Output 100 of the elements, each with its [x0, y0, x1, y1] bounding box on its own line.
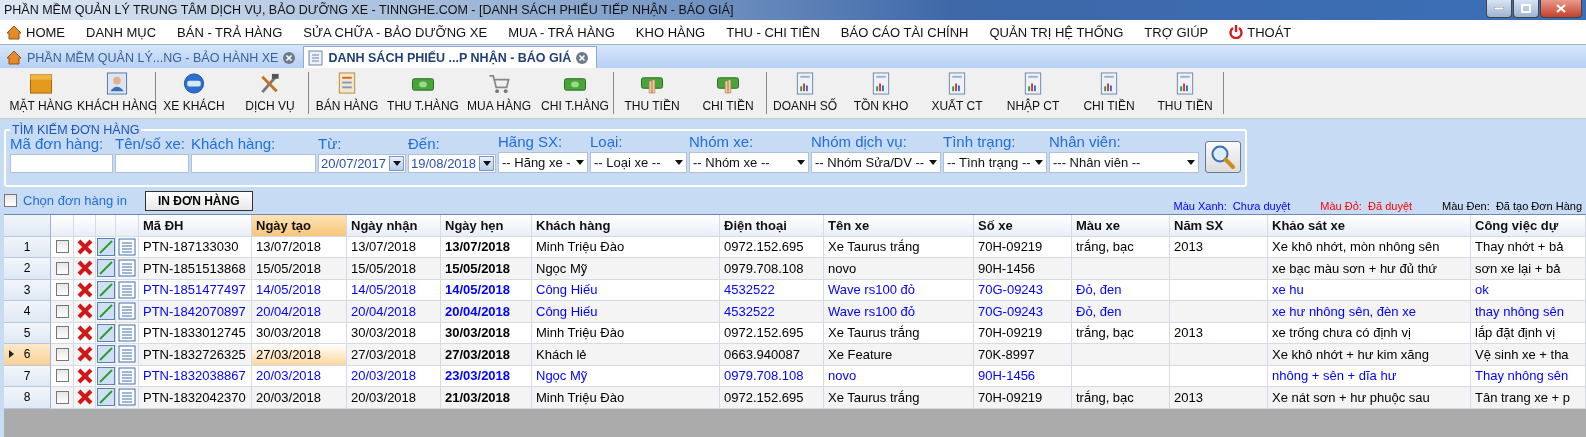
menu-item[interactable]: MUA - TRẢ HÀNG — [508, 24, 628, 40]
dropdown-field[interactable]: -- Hãng xe - — [498, 152, 588, 173]
close-tab-icon[interactable] — [283, 51, 296, 64]
document-tab[interactable]: PHẦN MỀM QUẢN LÝ...NG - BẢO HÀNH XE — [2, 47, 304, 68]
dropdown-field[interactable]: -- Tình trạng -- — [943, 152, 1047, 173]
column-header[interactable]: Công việc dự — [1471, 215, 1586, 237]
toolbar-button[interactable]: MUA HÀNG — [461, 72, 537, 114]
checkbox[interactable] — [4, 194, 17, 207]
menu-item[interactable]: THOÁT — [1229, 24, 1305, 40]
menu-item[interactable]: HOME — [6, 24, 78, 40]
calendar-dropdown-button[interactable] — [389, 156, 404, 171]
row-checkbox[interactable] — [55, 304, 69, 318]
menu-item[interactable]: BÁN - TRẢ HÀNG — [177, 24, 296, 40]
row-checkbox[interactable] — [55, 240, 69, 254]
print-button[interactable]: IN ĐƠN HÀNG — [144, 190, 253, 211]
table-cell: 13/07/2018 — [252, 236, 347, 258]
column-header[interactable]: Ngày hẹn — [441, 215, 532, 237]
column-header[interactable]: Mã ĐH — [139, 215, 252, 237]
dropdown-field[interactable]: -- Nhóm Sửa/DV -- — [811, 152, 941, 173]
edit-icon[interactable] — [96, 237, 115, 256]
toolbar-button[interactable]: XUẤT CT — [919, 72, 995, 114]
toolbar-button[interactable]: THU T.HÀNG — [385, 72, 461, 114]
menu-item[interactable]: DANH MỤC — [86, 24, 170, 40]
column-header[interactable]: Ngày tạo — [252, 215, 347, 237]
delete-icon[interactable] — [75, 323, 94, 342]
column-header[interactable]: Khảo sát xe — [1268, 215, 1471, 237]
toolbar-button[interactable]: DOANH SỐ — [767, 72, 843, 114]
table-cell: Minh Triệu Đào — [532, 387, 720, 409]
row-header[interactable]: 7 — [4, 365, 51, 387]
delete-icon[interactable] — [75, 345, 94, 364]
delete-icon[interactable] — [75, 237, 94, 256]
toolbar-button[interactable]: DỊCH VỤ — [232, 72, 308, 114]
toolbar-button[interactable]: CHI T.HÀNG — [537, 72, 613, 114]
edit-icon[interactable] — [96, 259, 115, 278]
toolbar-button[interactable]: CHI TIỀN — [690, 72, 766, 114]
close-tab-icon[interactable] — [576, 51, 589, 64]
toolbar-button[interactable]: MẶT HÀNG — [3, 72, 79, 114]
toolbar-button[interactable]: XE KHÁCH — [156, 72, 232, 114]
toolbar-button[interactable]: NHẬP CT — [995, 72, 1071, 114]
toolbar-button[interactable]: CHI TIỀN — [1071, 72, 1147, 114]
dropdown-field[interactable]: -- Nhóm xe -- — [689, 152, 809, 173]
input-field[interactable] — [10, 154, 113, 173]
row-header[interactable]: 4 — [4, 301, 51, 323]
column-header[interactable]: Điện thoại — [720, 215, 824, 237]
date-field[interactable]: 19/08/2018 — [408, 154, 496, 173]
input-field[interactable] — [115, 154, 189, 173]
column-header[interactable]: Số xe — [974, 215, 1072, 237]
column-header[interactable]: Khách hàng — [532, 215, 720, 237]
caret-icon — [797, 160, 805, 165]
row-header[interactable]: 1 — [4, 236, 51, 258]
toolbar-button[interactable]: BÁN HÀNG — [309, 72, 385, 114]
row-checkbox[interactable] — [55, 261, 69, 275]
delete-icon[interactable] — [75, 259, 94, 278]
toolbar-button[interactable]: KHÁCH HÀNG — [79, 72, 155, 114]
delete-icon[interactable] — [75, 302, 94, 321]
row-checkbox[interactable] — [55, 283, 69, 297]
row-header[interactable]: 3 — [4, 279, 51, 301]
menu-item[interactable]: KHO HÀNG — [635, 24, 719, 40]
dropdown-field[interactable]: --- Nhân viên -- — [1049, 152, 1199, 173]
input-field[interactable] — [191, 154, 316, 173]
search-button[interactable] — [1205, 141, 1241, 173]
delete-icon[interactable] — [75, 388, 94, 407]
toolbar-button[interactable]: THU TIỀN — [614, 72, 690, 114]
column-header[interactable]: Tên xe — [824, 215, 974, 237]
restore-button[interactable] — [1513, 0, 1539, 18]
row-header[interactable]: 5 — [4, 322, 51, 344]
menu-item[interactable]: QUẢN TRỊ HỆ THỐNG — [989, 24, 1137, 40]
toolbar-button[interactable]: TỒN KHO — [843, 72, 919, 114]
row-checkbox[interactable] — [55, 326, 69, 340]
delete-icon[interactable] — [75, 280, 94, 299]
date-field[interactable]: 20/07/2017 — [318, 154, 406, 173]
column-header[interactable]: Năm SX — [1170, 215, 1268, 237]
menu-item[interactable]: BÁO CÁO TÀI CHÍNH — [840, 24, 982, 40]
column-header[interactable]: Ngày nhận — [347, 215, 441, 237]
row-checkbox[interactable] — [55, 390, 69, 404]
menu-item[interactable]: THU - CHI TIỀN — [726, 24, 833, 40]
document-tab[interactable]: DANH SÁCH PHIẾU ...P NHẬN - BÁO GIÁ — [303, 46, 598, 68]
box-icon — [28, 72, 54, 95]
row-header[interactable]: 8 — [4, 387, 51, 409]
edit-icon[interactable] — [96, 323, 115, 342]
edit-icon[interactable] — [96, 366, 115, 385]
close-button[interactable] — [1540, 0, 1582, 18]
row-number: 4 — [23, 304, 31, 319]
edit-icon[interactable] — [96, 280, 115, 299]
row-checkbox[interactable] — [55, 347, 69, 361]
minimize-button[interactable] — [1486, 0, 1512, 18]
delete-icon[interactable] — [75, 366, 94, 385]
edit-icon[interactable] — [96, 302, 115, 321]
table-cell: PTN-1842070897 — [139, 301, 252, 323]
row-header[interactable]: 2 — [4, 258, 51, 280]
calendar-dropdown-button[interactable] — [479, 156, 494, 171]
dropdown-field[interactable]: -- Loại xe -- — [590, 152, 687, 173]
row-checkbox[interactable] — [55, 369, 69, 383]
menu-item[interactable]: TRỢ GIÚP — [1144, 24, 1222, 40]
menu-item[interactable]: SỬA CHỮA - BẢO DƯỠNG XE — [303, 24, 501, 40]
edit-icon[interactable] — [96, 388, 115, 407]
column-header[interactable]: Màu xe — [1072, 215, 1170, 237]
edit-icon[interactable] — [96, 345, 115, 364]
row-header[interactable]: 6 — [4, 344, 51, 366]
toolbar-button[interactable]: THU TIỀN — [1147, 72, 1223, 114]
